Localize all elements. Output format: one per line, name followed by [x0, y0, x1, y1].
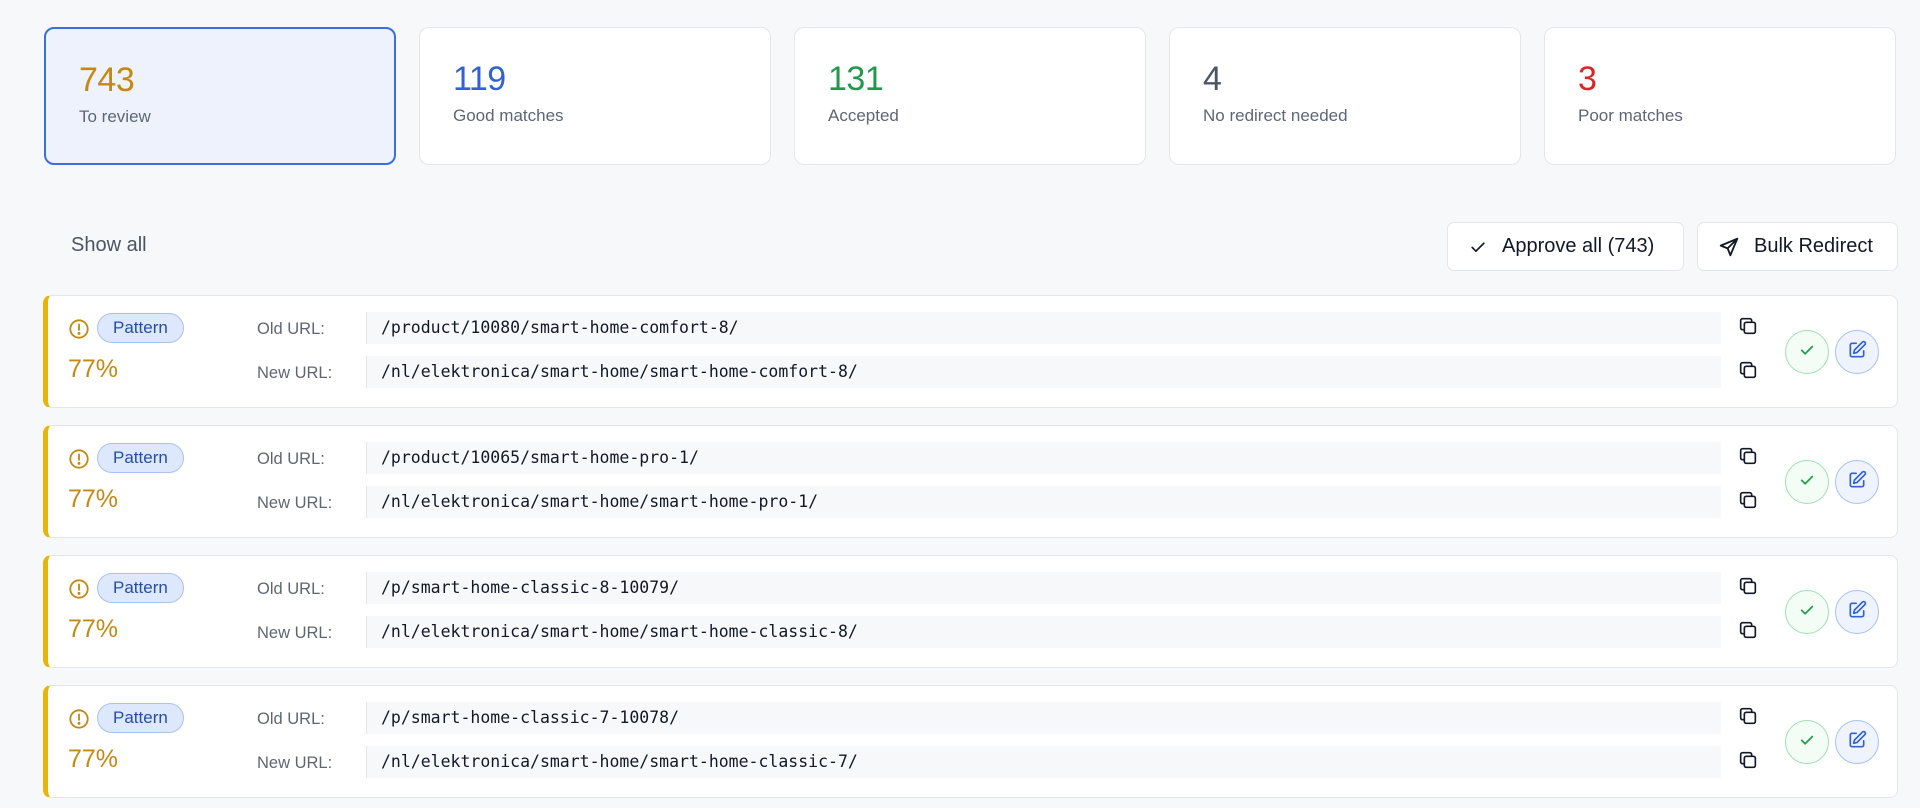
- old-url-label: Old URL:: [257, 320, 325, 338]
- match-type-badge: Pattern: [97, 573, 184, 603]
- edit-button[interactable]: [1835, 720, 1879, 764]
- new-url-label: New URL:: [257, 754, 333, 772]
- approve-all-button[interactable]: Approve all (743): [1447, 222, 1684, 271]
- copy-old-url-button[interactable]: [1734, 314, 1762, 342]
- stat-card-no-redirect-needed[interactable]: 4 No redirect needed: [1169, 27, 1521, 165]
- send-icon: [1718, 236, 1740, 258]
- copy-old-url-button[interactable]: [1734, 704, 1762, 732]
- edit-icon: [1847, 340, 1867, 365]
- accept-button[interactable]: [1785, 590, 1829, 634]
- stat-value: 743: [79, 61, 135, 99]
- stat-label: To review: [79, 107, 151, 126]
- stat-value: 3: [1578, 60, 1597, 98]
- match-score: 77%: [68, 485, 119, 513]
- match-type-badge: Pattern: [97, 313, 184, 343]
- alert-circle-icon: [68, 448, 90, 470]
- old-url-value: /p/smart-home-classic-8-10079/: [366, 572, 1721, 604]
- stat-card-poor-matches[interactable]: 3 Poor matches: [1544, 27, 1896, 165]
- edit-button[interactable]: [1835, 460, 1879, 504]
- approve-all-label: Approve all (743): [1502, 235, 1655, 257]
- edit-icon: [1847, 730, 1867, 755]
- accept-button[interactable]: [1785, 460, 1829, 504]
- alert-circle-icon: [68, 578, 90, 600]
- accept-button[interactable]: [1785, 330, 1829, 374]
- old-url-value: /product/10065/smart-home-pro-1/: [366, 442, 1721, 474]
- edit-icon: [1847, 600, 1867, 625]
- redirect-row: Pattern 77% Old URL: /p/smart-home-class…: [43, 685, 1898, 798]
- copy-old-url-button[interactable]: [1734, 444, 1762, 472]
- old-url-label: Old URL:: [257, 450, 325, 468]
- copy-icon: [1737, 575, 1759, 602]
- alert-circle-icon: [68, 318, 90, 340]
- new-url-label: New URL:: [257, 364, 333, 382]
- check-icon: [1468, 237, 1488, 257]
- check-icon: [1798, 471, 1816, 494]
- old-url-label: Old URL:: [257, 580, 325, 598]
- new-url-value: /nl/elektronica/smart-home/smart-home-cl…: [366, 616, 1721, 648]
- copy-old-url-button[interactable]: [1734, 574, 1762, 602]
- check-icon: [1798, 731, 1816, 754]
- edit-button[interactable]: [1835, 330, 1879, 374]
- stat-value: 119: [453, 60, 506, 98]
- redirect-row: Pattern 77% Old URL: /product/10065/smar…: [43, 425, 1898, 538]
- copy-icon: [1737, 749, 1759, 776]
- old-url-value: /product/10080/smart-home-comfort-8/: [366, 312, 1721, 344]
- stat-card-to-review[interactable]: 743 To review: [44, 27, 396, 165]
- copy-icon: [1737, 359, 1759, 386]
- redirect-row: Pattern 77% Old URL: /p/smart-home-class…: [43, 555, 1898, 668]
- new-url-value: /nl/elektronica/smart-home/smart-home-pr…: [366, 486, 1721, 518]
- stat-value: 131: [828, 60, 884, 98]
- stat-label: Accepted: [828, 106, 899, 125]
- stat-card-accepted[interactable]: 131 Accepted: [794, 27, 1146, 165]
- check-icon: [1798, 341, 1816, 364]
- copy-icon: [1737, 619, 1759, 646]
- edit-button[interactable]: [1835, 590, 1879, 634]
- old-url-label: Old URL:: [257, 710, 325, 728]
- stats-bar: 743 To review 119 Good matches 131 Accep…: [44, 27, 1896, 165]
- stat-value: 4: [1203, 60, 1222, 98]
- new-url-value: /nl/elektronica/smart-home/smart-home-co…: [366, 356, 1721, 388]
- edit-icon: [1847, 470, 1867, 495]
- copy-new-url-button[interactable]: [1734, 358, 1762, 386]
- new-url-label: New URL:: [257, 494, 333, 512]
- check-icon: [1798, 601, 1816, 624]
- match-type-badge: Pattern: [97, 703, 184, 733]
- match-type-badge: Pattern: [97, 443, 184, 473]
- new-url-label: New URL:: [257, 624, 333, 642]
- bulk-redirect-label: Bulk Redirect: [1754, 235, 1873, 257]
- stat-label: Poor matches: [1578, 106, 1683, 125]
- copy-new-url-button[interactable]: [1734, 618, 1762, 646]
- bulk-redirect-button[interactable]: Bulk Redirect: [1697, 222, 1898, 271]
- alert-circle-icon: [68, 708, 90, 730]
- match-score: 77%: [68, 745, 119, 773]
- new-url-value: /nl/elektronica/smart-home/smart-home-cl…: [366, 746, 1721, 778]
- match-score: 77%: [68, 615, 119, 643]
- show-all-filter[interactable]: Show all: [71, 234, 147, 257]
- stat-card-good-matches[interactable]: 119 Good matches: [419, 27, 771, 165]
- old-url-value: /p/smart-home-classic-7-10078/: [366, 702, 1721, 734]
- copy-icon: [1737, 445, 1759, 472]
- redirect-row: Pattern 77% Old URL: /product/10080/smar…: [43, 295, 1898, 408]
- match-score: 77%: [68, 355, 119, 383]
- copy-icon: [1737, 705, 1759, 732]
- stat-label: No redirect needed: [1203, 106, 1348, 125]
- copy-new-url-button[interactable]: [1734, 748, 1762, 776]
- stat-label: Good matches: [453, 106, 564, 125]
- copy-new-url-button[interactable]: [1734, 488, 1762, 516]
- accept-button[interactable]: [1785, 720, 1829, 764]
- copy-icon: [1737, 489, 1759, 516]
- copy-icon: [1737, 315, 1759, 342]
